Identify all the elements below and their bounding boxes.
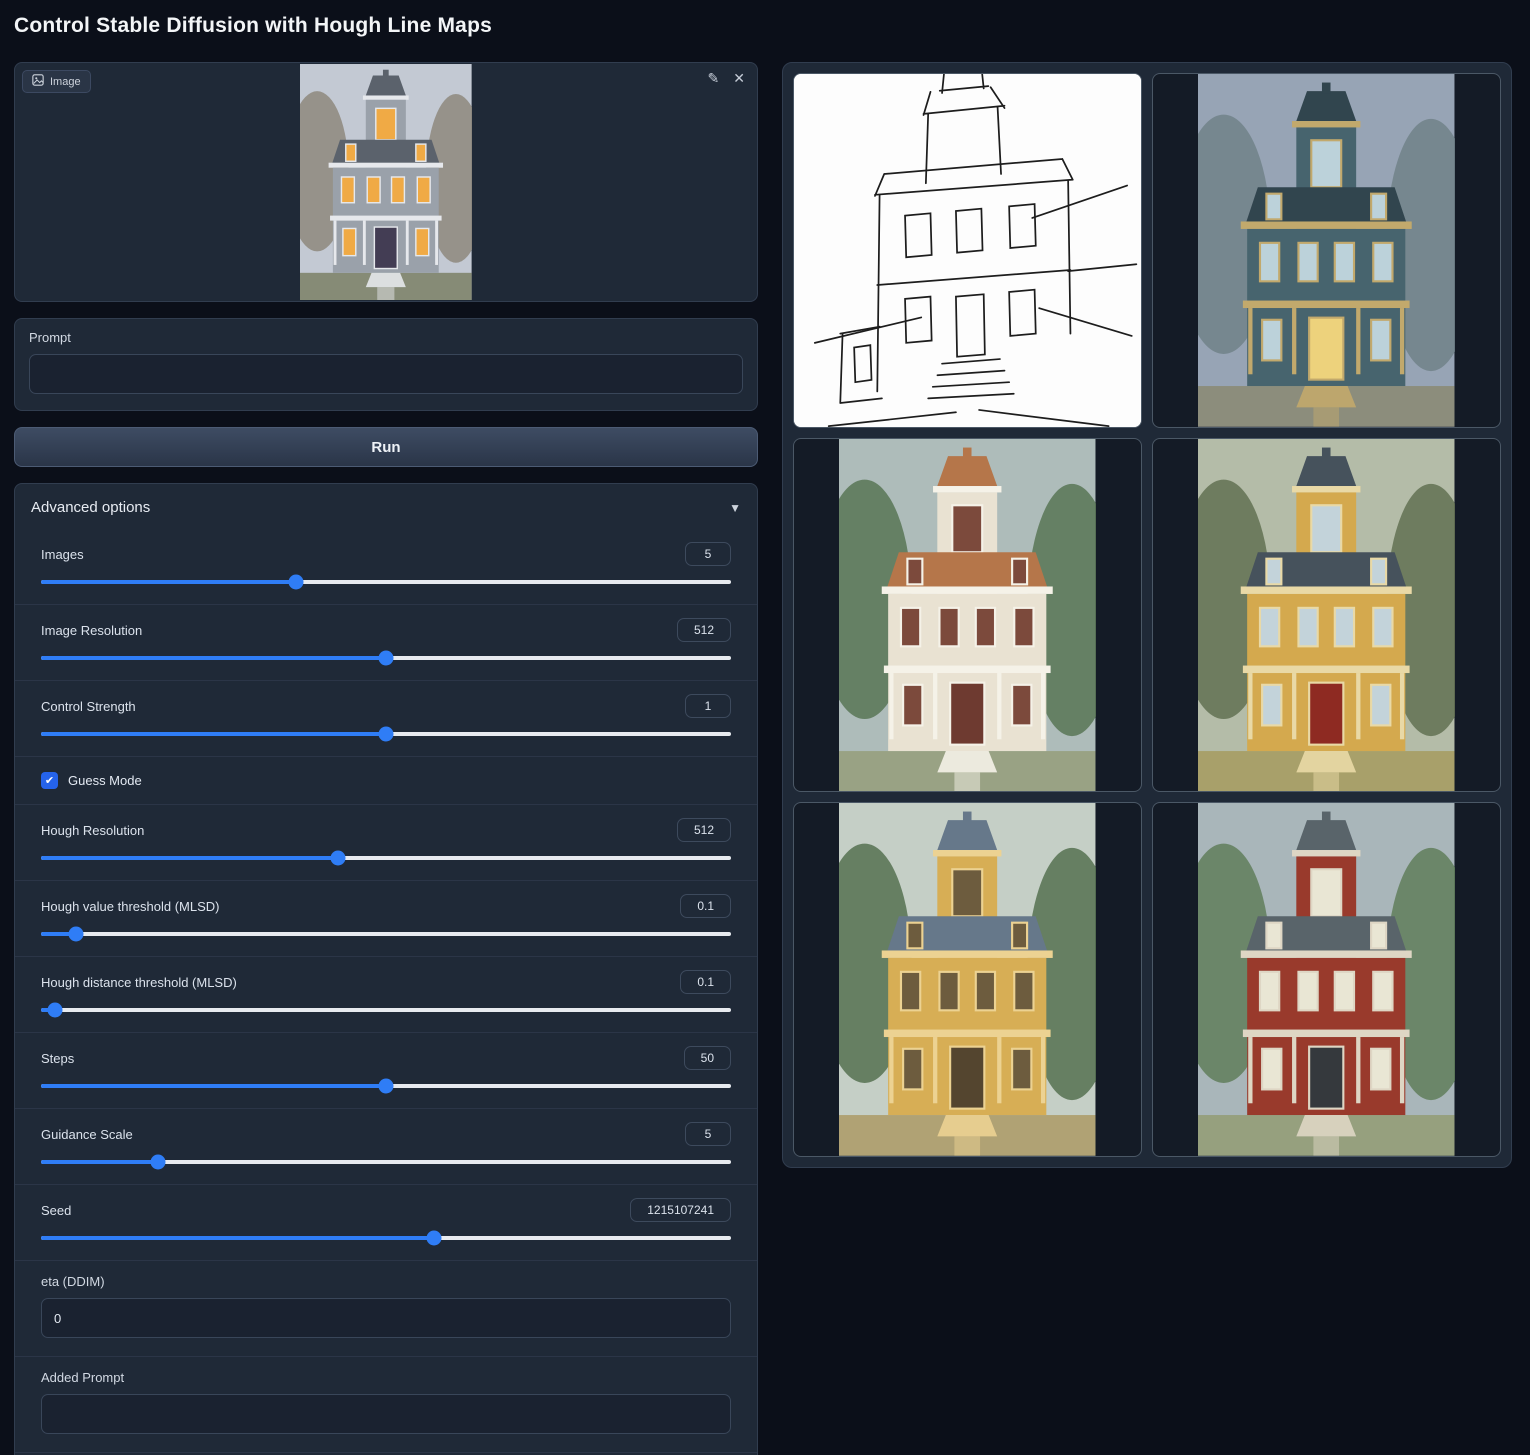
slider-value-input[interactable]: 5 bbox=[685, 1122, 731, 1146]
slider-thumb[interactable] bbox=[330, 851, 345, 866]
slider-fill bbox=[41, 732, 386, 736]
app-window: Control Stable Diffusion with Hough Line… bbox=[0, 0, 1530, 1455]
input-house-photo bbox=[300, 64, 472, 300]
slider-fill bbox=[41, 856, 338, 860]
slider-value-input[interactable]: 5 bbox=[685, 542, 731, 566]
gallery-item-1[interactable] bbox=[1152, 73, 1501, 428]
slider-thumb[interactable] bbox=[289, 575, 304, 590]
slider-thumb[interactable] bbox=[379, 727, 394, 742]
chevron-down-icon[interactable]: ▼ bbox=[729, 501, 741, 515]
gallery-item-2[interactable] bbox=[793, 438, 1142, 793]
image-icon bbox=[32, 74, 44, 89]
slider-label: Images bbox=[41, 547, 84, 562]
slider-thumb[interactable] bbox=[68, 927, 83, 942]
added-prompt-input[interactable] bbox=[41, 1394, 731, 1434]
guess-mode-checkbox[interactable]: ✔ bbox=[41, 772, 58, 789]
slider-fill bbox=[41, 1160, 158, 1164]
advanced-options-panel: Advanced options ▼ Images 5 Image Resolu… bbox=[14, 483, 758, 1455]
eta-label: eta (DDIM) bbox=[41, 1274, 731, 1289]
slider-track[interactable] bbox=[41, 1160, 731, 1164]
slider-value-input[interactable]: 0.1 bbox=[680, 970, 731, 994]
prompt-label: Prompt bbox=[29, 330, 743, 345]
image-label: Image bbox=[50, 76, 81, 88]
slider-thumb[interactable] bbox=[379, 651, 394, 666]
slider-fill bbox=[41, 656, 386, 660]
slider-track[interactable] bbox=[41, 932, 731, 936]
result-image bbox=[1198, 439, 1454, 792]
eta-input[interactable] bbox=[41, 1298, 731, 1338]
slider-value-input[interactable]: 512 bbox=[677, 818, 731, 842]
slider-label: Hough value threshold (MLSD) bbox=[41, 899, 219, 914]
result-gallery bbox=[782, 62, 1512, 1168]
eta-field: eta (DDIM) bbox=[15, 1260, 757, 1356]
slider-thumb[interactable] bbox=[379, 1079, 394, 1094]
slider-hough-distance-threshold: Hough distance threshold (MLSD) 0.1 bbox=[15, 956, 757, 1032]
controls-column: Image ✎ ✕ bbox=[14, 62, 758, 1455]
slider-value-input[interactable]: 1215107241 bbox=[630, 1198, 731, 1222]
slider-thumb[interactable] bbox=[427, 1231, 442, 1246]
advanced-accordion-header[interactable]: Advanced options ▼ bbox=[15, 484, 757, 529]
slider-label: Image Resolution bbox=[41, 623, 142, 638]
slider-thumb[interactable] bbox=[151, 1155, 166, 1170]
slider-track[interactable] bbox=[41, 732, 731, 736]
gallery-item-3[interactable] bbox=[1152, 438, 1501, 793]
slider-label: Hough distance threshold (MLSD) bbox=[41, 975, 237, 990]
slider-images: Images 5 bbox=[15, 529, 757, 604]
slider-fill bbox=[41, 580, 296, 584]
slider-hough-value-threshold: Hough value threshold (MLSD) 0.1 bbox=[15, 880, 757, 956]
gallery-item-4[interactable] bbox=[793, 802, 1142, 1157]
added-prompt-field: Added Prompt bbox=[15, 1356, 757, 1452]
advanced-title: Advanced options bbox=[31, 499, 150, 516]
slider-track[interactable] bbox=[41, 1084, 731, 1088]
edit-icon[interactable]: ✎ bbox=[708, 71, 720, 85]
guess-mode-row: ✔ Guess Mode bbox=[15, 756, 757, 804]
slider-track[interactable] bbox=[41, 656, 731, 660]
slider-track[interactable] bbox=[41, 1008, 731, 1012]
guess-mode-label: Guess Mode bbox=[68, 773, 142, 788]
slider-fill bbox=[41, 1084, 386, 1088]
added-prompt-label: Added Prompt bbox=[41, 1370, 731, 1385]
slider-label: Seed bbox=[41, 1203, 71, 1218]
slider-image-resolution: Image Resolution 512 bbox=[15, 604, 757, 680]
run-button[interactable]: Run bbox=[14, 427, 758, 467]
slider-hough-resolution: Hough Resolution 512 bbox=[15, 804, 757, 880]
slider-seed: Seed 1215107241 bbox=[15, 1184, 757, 1260]
result-image bbox=[1198, 74, 1454, 427]
slider-label: Control Strength bbox=[41, 699, 136, 714]
gallery-item-5[interactable] bbox=[1152, 802, 1501, 1157]
close-icon[interactable]: ✕ bbox=[733, 71, 745, 85]
slider-steps: Steps 50 bbox=[15, 1032, 757, 1108]
result-image bbox=[839, 803, 1095, 1156]
slider-value-input[interactable]: 1 bbox=[685, 694, 731, 718]
gallery-item-hough-map[interactable] bbox=[793, 73, 1142, 428]
image-actions: ✎ ✕ bbox=[708, 71, 745, 85]
prompt-input[interactable] bbox=[29, 354, 743, 394]
slider-track[interactable] bbox=[41, 1236, 731, 1240]
prompt-block: Prompt bbox=[14, 318, 758, 411]
result-image bbox=[839, 439, 1095, 792]
result-image bbox=[1198, 803, 1454, 1156]
image-upload[interactable]: Image ✎ ✕ bbox=[14, 62, 758, 302]
slider-fill bbox=[41, 1236, 434, 1240]
slider-track[interactable] bbox=[41, 580, 731, 584]
slider-value-input[interactable]: 512 bbox=[677, 618, 731, 642]
image-label-tag: Image bbox=[22, 70, 91, 93]
slider-value-input[interactable]: 50 bbox=[684, 1046, 731, 1070]
slider-value-input[interactable]: 0.1 bbox=[680, 894, 731, 918]
page-title: Control Stable Diffusion with Hough Line… bbox=[14, 14, 492, 38]
slider-label: Hough Resolution bbox=[41, 823, 144, 838]
slider-control-strength: Control Strength 1 bbox=[15, 680, 757, 756]
slider-track[interactable] bbox=[41, 856, 731, 860]
slider-label: Steps bbox=[41, 1051, 74, 1066]
slider-label: Guidance Scale bbox=[41, 1127, 133, 1142]
slider-guidance-scale: Guidance Scale 5 bbox=[15, 1108, 757, 1184]
hough-line-map-image bbox=[794, 74, 1141, 427]
slider-thumb[interactable] bbox=[47, 1003, 62, 1018]
